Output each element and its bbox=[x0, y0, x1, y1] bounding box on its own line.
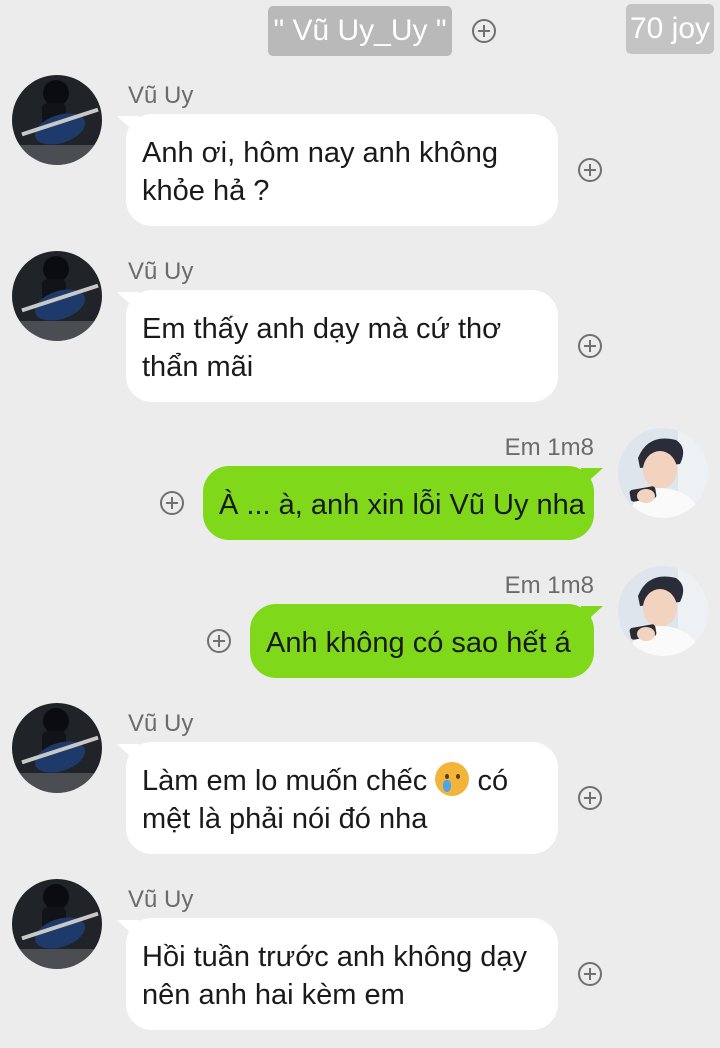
message-line: mệt là phải nói đó nha bbox=[142, 803, 428, 835]
sender-name: Em 1m8 bbox=[504, 434, 594, 461]
chat-title[interactable]: " Vũ Uy_Uy " bbox=[268, 6, 452, 56]
message-bubble[interactable]: Làm em lo muốn chếc có mệt là phải nói đ… bbox=[126, 742, 558, 854]
avatar[interactable] bbox=[618, 428, 708, 518]
sender-name: Vũ Uy bbox=[128, 886, 194, 913]
message-bubble[interactable]: À ... à, anh xin lỗi Vũ Uy nha bbox=[203, 466, 594, 540]
message-line: khỏe hả ? bbox=[142, 175, 270, 207]
plus-circle-icon[interactable] bbox=[472, 19, 496, 43]
chat-header: " Vũ Uy_Uy " 70 joy bbox=[0, 0, 720, 60]
count-badge: 70 joy bbox=[626, 4, 714, 54]
sender-name: Vũ Uy bbox=[128, 258, 194, 285]
plus-circle-icon[interactable] bbox=[160, 491, 184, 515]
message-line: nên anh hai kèm em bbox=[142, 979, 405, 1011]
message-line: Anh ơi, hôm nay anh không bbox=[142, 137, 498, 169]
avatar[interactable] bbox=[618, 566, 708, 656]
message-bubble[interactable]: Em thấy anh dạy mà cứ thơ thẩn mãi bbox=[126, 290, 558, 402]
message-line: À ... à, anh xin lỗi Vũ Uy nha bbox=[219, 489, 585, 521]
message-line: Em thấy anh dạy mà cứ thơ bbox=[142, 313, 502, 345]
sender-name: Vũ Uy bbox=[128, 82, 194, 109]
message-line: thẩn mãi bbox=[142, 351, 254, 383]
avatar[interactable] bbox=[12, 703, 102, 793]
avatar[interactable] bbox=[12, 251, 102, 341]
plus-circle-icon[interactable] bbox=[207, 629, 231, 653]
avatar[interactable] bbox=[12, 879, 102, 969]
message-text: có bbox=[477, 765, 509, 797]
plus-circle-icon[interactable] bbox=[578, 158, 602, 182]
plus-circle-icon[interactable] bbox=[578, 962, 602, 986]
plus-circle-icon[interactable] bbox=[578, 334, 602, 358]
sender-name: Em 1m8 bbox=[504, 572, 594, 599]
message-line: Hồi tuần trước anh không dạy bbox=[142, 941, 528, 973]
sender-name: Vũ Uy bbox=[128, 710, 194, 737]
message-bubble[interactable]: Anh ơi, hôm nay anh không khỏe hả ? bbox=[126, 114, 558, 226]
message-bubble[interactable]: Anh không có sao hết á bbox=[250, 604, 594, 678]
message-text: Làm em lo muốn chếc bbox=[142, 765, 428, 797]
avatar[interactable] bbox=[12, 75, 102, 165]
message-line: Làm em lo muốn chếc có bbox=[142, 762, 542, 800]
crying-face-emoji bbox=[435, 762, 470, 796]
message-line: Anh không có sao hết á bbox=[266, 627, 571, 659]
message-bubble[interactable]: Hồi tuần trước anh không dạy nên anh hai… bbox=[126, 918, 558, 1030]
plus-circle-icon[interactable] bbox=[578, 786, 602, 810]
